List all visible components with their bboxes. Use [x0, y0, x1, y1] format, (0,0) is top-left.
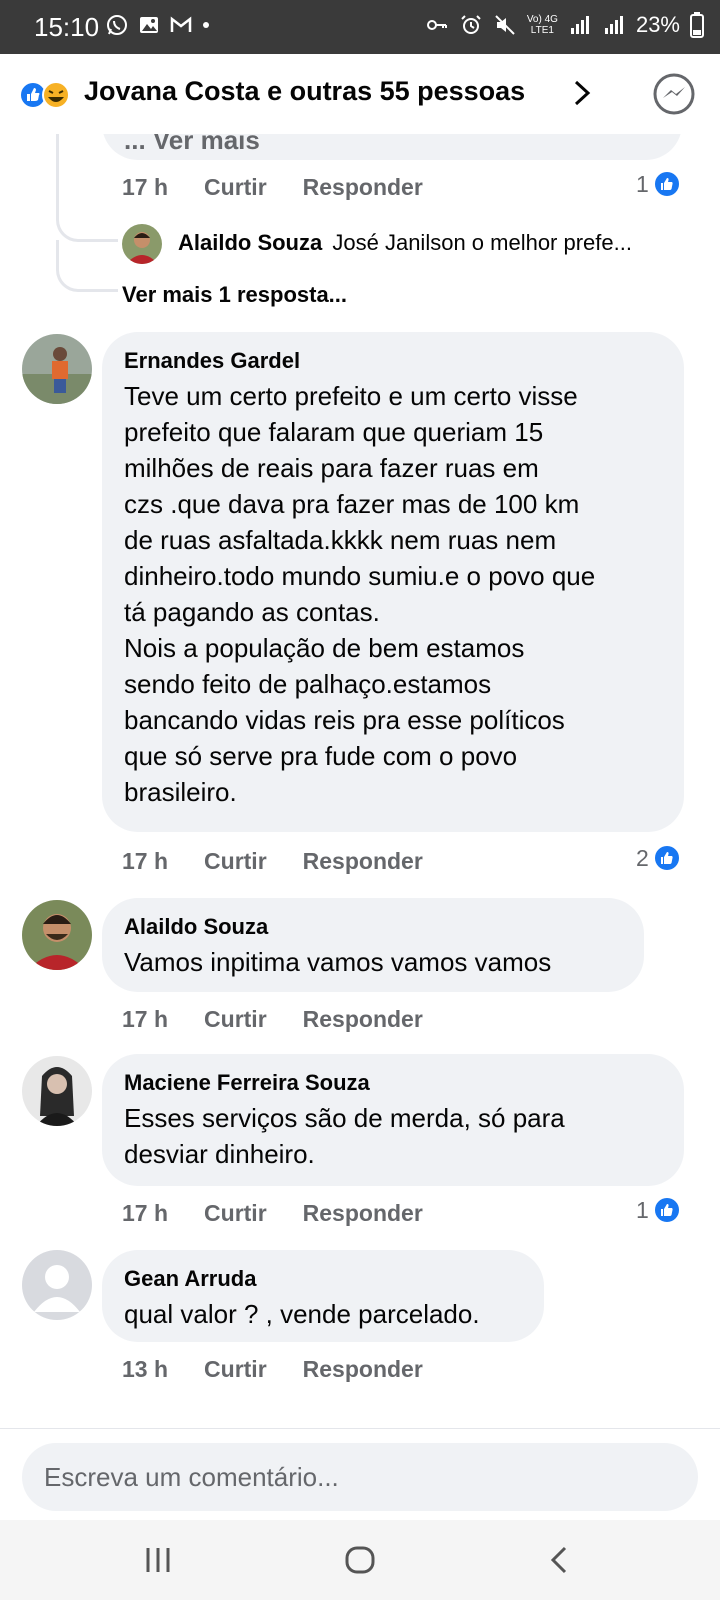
- notification-icons: [105, 13, 211, 37]
- comment-author[interactable]: Alaildo Souza: [124, 914, 622, 940]
- back-icon[interactable]: [540, 1540, 580, 1580]
- network-labels: Vo) 4G LTE1: [527, 14, 558, 36]
- comment-actions: 17 h Curtir Responder: [122, 1200, 423, 1227]
- comment-text: Vamos inpitima vamos vamos vamos: [124, 947, 552, 977]
- comment-time: 13 h: [122, 1356, 169, 1382]
- gmail-icon: [170, 16, 192, 32]
- comment-actions: 13 h Curtir Responder: [122, 1356, 423, 1383]
- like-count-value: 1: [636, 170, 649, 197]
- battery-percent: 23%: [635, 12, 680, 37]
- comment-bubble[interactable]: Ernandes Gardel Teve um certo prefeito e…: [102, 332, 684, 832]
- comment-actions: 17 h Curtir Responder: [122, 174, 423, 201]
- status-bar: 15:10 Vo) 4G LTE1 23%: [0, 0, 720, 54]
- reply-connector: [56, 214, 118, 242]
- comment-bubble[interactable]: Maciene Ferreira Souza Esses serviços sã…: [102, 1054, 684, 1186]
- comment-time: 17 h: [122, 174, 169, 200]
- whatsapp-icon: [107, 15, 127, 35]
- comment-bubble[interactable]: Gean Arruda qual valor ? , vende parcela…: [102, 1250, 544, 1342]
- like-count[interactable]: 1: [636, 1196, 681, 1224]
- avatar-maciene[interactable]: [22, 1056, 92, 1126]
- reply-button[interactable]: Responder: [303, 1006, 423, 1033]
- avatar-gean[interactable]: [22, 1250, 92, 1320]
- like-count-value: 1: [636, 1196, 649, 1223]
- recent-apps-icon[interactable]: [138, 1540, 178, 1580]
- reply-author: Alaildo Souza: [178, 230, 323, 255]
- view-more-replies[interactable]: Ver mais 1 resposta...: [122, 282, 347, 308]
- like-icon: [652, 844, 681, 872]
- comment-time: 17 h: [122, 1200, 169, 1226]
- messenger-icon[interactable]: [652, 72, 696, 116]
- reactions-summary[interactable]: Jovana Costa e outras 55 pessoas: [84, 76, 525, 107]
- reply-button[interactable]: Responder: [303, 174, 423, 201]
- reply-button[interactable]: Responder: [303, 848, 423, 875]
- comment-author[interactable]: Gean Arruda: [124, 1266, 522, 1292]
- reply-button[interactable]: Responder: [303, 1200, 423, 1227]
- comment-time: 17 h: [122, 1006, 169, 1032]
- reactions-header: Jovana Costa e outras 55 pessoas: [0, 54, 720, 134]
- system-navigation-bar: [0, 1520, 720, 1600]
- comments-sheet: Jovana Costa e outras 55 pessoas ... Ver…: [0, 54, 720, 1600]
- battery-icon: [690, 12, 704, 38]
- comment-author[interactable]: Maciene Ferreira Souza: [124, 1070, 662, 1096]
- signal-icon-2: [604, 16, 623, 34]
- reply-preview[interactable]: Alaildo Souza José Janilson o melhor pre…: [178, 230, 632, 256]
- reply-preview-text: José Janilson o melhor prefe...: [332, 230, 632, 255]
- like-button[interactable]: Curtir: [204, 174, 267, 201]
- comment-author[interactable]: Ernandes Gardel: [124, 348, 662, 374]
- like-count-value: 2: [636, 844, 649, 871]
- status-time: 15:10: [34, 12, 100, 42]
- chevron-right-icon[interactable]: [570, 76, 594, 110]
- like-button[interactable]: Curtir: [204, 848, 267, 875]
- comment-composer: [0, 1428, 720, 1520]
- network-top-label: Vo) 4G: [526, 14, 558, 25]
- like-button[interactable]: Curtir: [204, 1006, 267, 1033]
- like-count[interactable]: 1: [636, 170, 681, 198]
- signal-icon: [570, 16, 589, 34]
- more-replies-connector: [56, 240, 118, 292]
- like-button[interactable]: Curtir: [204, 1356, 267, 1383]
- like-count[interactable]: 2: [636, 844, 681, 872]
- network-bottom-label: LTE1: [530, 25, 554, 36]
- comment-time: 17 h: [122, 848, 169, 874]
- comment-actions: 17 h Curtir Responder: [122, 848, 423, 875]
- mute-icon: [495, 15, 515, 35]
- thread-line: [56, 134, 59, 214]
- gallery-icon: [140, 17, 158, 33]
- reply-button[interactable]: Responder: [303, 1356, 423, 1383]
- avatar-ernandes[interactable]: [22, 334, 92, 404]
- comment-input[interactable]: [22, 1443, 698, 1511]
- avatar-alaildo[interactable]: [22, 900, 92, 970]
- system-icons: Vo) 4G LTE1 23%: [425, 12, 704, 38]
- comment-actions: 17 h Curtir Responder: [122, 1006, 423, 1033]
- comment-text: Esses serviços são de merda, só para des…: [124, 1103, 565, 1169]
- key-icon: [426, 20, 447, 30]
- comment-text: Teve um certo prefeito e um certo visse …: [124, 381, 596, 807]
- like-icon: [652, 1196, 681, 1224]
- home-icon[interactable]: [340, 1540, 380, 1580]
- comment-text: qual valor ? , vende parcelado.: [124, 1299, 480, 1329]
- like-icon: [652, 170, 681, 198]
- dot-icon: [203, 22, 209, 28]
- alarm-icon: [461, 15, 481, 34]
- reaction-icons[interactable]: [18, 80, 78, 110]
- like-button[interactable]: Curtir: [204, 1200, 267, 1227]
- comment-bubble[interactable]: Alaildo Souza Vamos inpitima vamos vamos…: [102, 898, 644, 992]
- avatar-alaildo-small[interactable]: [122, 224, 162, 264]
